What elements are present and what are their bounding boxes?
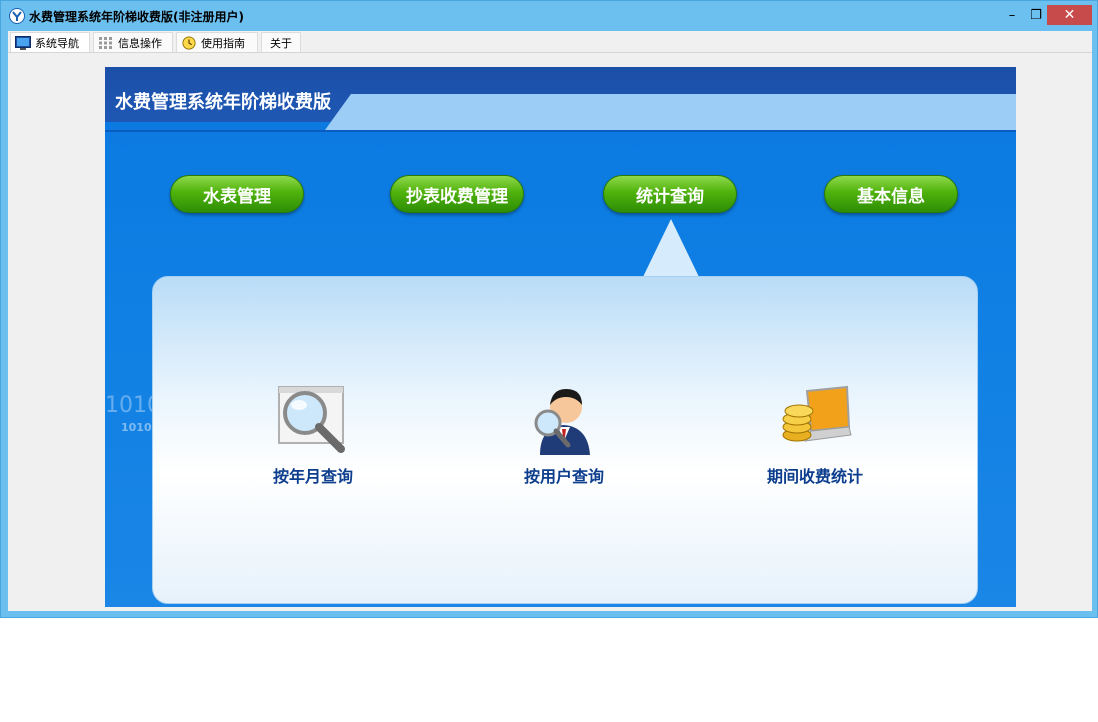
tab-bar: 系统导航 信息操作 使用指南 关于 bbox=[8, 31, 1092, 53]
coins-laptop-icon bbox=[782, 385, 852, 442]
query-by-user-label: 按用户查询 bbox=[523, 467, 604, 486]
clock-icon bbox=[182, 35, 196, 50]
basic-info-button[interactable]: 基本信息 bbox=[824, 175, 958, 213]
navigation-panel: 水费管理系统年阶梯收费版 水表管理 抄表收费管理 统计查询 基本信息 1010 … bbox=[105, 67, 1016, 607]
query-by-month-item[interactable]: 按年月查询 bbox=[233, 383, 393, 493]
minimize-button[interactable]: – bbox=[1001, 5, 1023, 25]
submenu-panel: 按年月查询 按用户查询 期间收费统计 bbox=[152, 276, 978, 604]
statistics-query-button[interactable]: 统计查询 bbox=[603, 175, 737, 213]
client-area: 系统导航 信息操作 使用指南 关于 水费管理系统年阶梯收费版 水表管理 抄表收费… bbox=[8, 31, 1092, 611]
tab-about[interactable]: 关于 bbox=[261, 32, 301, 52]
query-by-month-label: 按年月查询 bbox=[272, 467, 353, 486]
user-search-icon bbox=[534, 389, 590, 455]
query-by-user-item[interactable]: 按用户查询 bbox=[484, 383, 644, 493]
period-billing-stats-item[interactable]: 期间收费统计 bbox=[735, 383, 895, 493]
tab-label: 关于 bbox=[270, 36, 292, 50]
submenu-pointer bbox=[642, 219, 700, 279]
banner-divider bbox=[105, 130, 1016, 132]
app-icon bbox=[9, 8, 25, 24]
banner-title: 水费管理系统年阶梯收费版 bbox=[115, 92, 331, 113]
tab-label: 系统导航 bbox=[35, 36, 79, 50]
water-meter-management-button[interactable]: 水表管理 bbox=[170, 175, 304, 213]
tab-info-ops[interactable]: 信息操作 bbox=[93, 32, 173, 52]
window-title: 水费管理系统年阶梯收费版(非注册用户) bbox=[29, 10, 244, 24]
tab-system-nav[interactable]: 系统导航 bbox=[10, 32, 90, 52]
close-button[interactable]: ✕ bbox=[1047, 5, 1092, 25]
tab-label: 使用指南 bbox=[201, 36, 245, 50]
app-window: 水费管理系统年阶梯收费版(非注册用户) – ❐ ✕ 系统导航 信息操作 使用指南… bbox=[0, 0, 1098, 618]
grid-icon bbox=[99, 36, 112, 49]
restore-button[interactable]: ❐ bbox=[1025, 5, 1047, 25]
banner-stripe bbox=[325, 94, 1016, 130]
background-binary-text-small: 1010 bbox=[121, 421, 152, 434]
magnifier-window-icon bbox=[278, 386, 345, 453]
monitor-icon bbox=[15, 35, 31, 50]
meter-reading-billing-button[interactable]: 抄表收费管理 bbox=[390, 175, 524, 213]
tab-label: 信息操作 bbox=[118, 36, 162, 50]
title-bar[interactable]: 水费管理系统年阶梯收费版(非注册用户) – ❐ ✕ bbox=[1, 1, 1097, 31]
tab-user-guide[interactable]: 使用指南 bbox=[176, 32, 258, 52]
period-billing-stats-label: 期间收费统计 bbox=[766, 467, 863, 486]
